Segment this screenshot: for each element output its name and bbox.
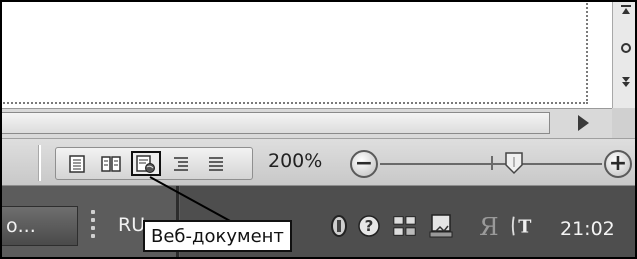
next-page-icon[interactable] xyxy=(618,74,633,90)
tooltip-text: Веб-документ xyxy=(151,225,284,247)
zoom-level-button[interactable]: 200% xyxy=(268,150,322,172)
view-tooltip: Веб-документ xyxy=(143,220,292,252)
scroll-right-icon[interactable] xyxy=(578,115,589,131)
draft-view-button[interactable] xyxy=(201,151,231,176)
taskbar-window-label: о... xyxy=(6,215,36,237)
outline-icon xyxy=(174,156,188,171)
page-layout-view-button[interactable] xyxy=(62,151,92,176)
taskbar: о... RU ? Я T 21:02 xyxy=(0,186,637,259)
zoom-slider-center-tick xyxy=(491,156,493,170)
speaker-icon[interactable] xyxy=(326,212,352,240)
word-window: 200% − + о... RU ? Я T 21:02 Веб-докумен… xyxy=(0,0,637,259)
svg-text:?: ? xyxy=(365,217,374,235)
status-bar: 200% − + xyxy=(0,138,637,186)
svg-text:T: T xyxy=(518,217,531,238)
toolbar-grip[interactable] xyxy=(88,208,98,244)
scrollbar-corner xyxy=(612,108,637,138)
browse-object-icon[interactable] xyxy=(618,40,633,56)
zoom-slider-thumb[interactable] xyxy=(503,151,525,175)
yandex-icon[interactable]: Я xyxy=(476,212,502,240)
zoom-in-button[interactable]: + xyxy=(604,150,632,178)
minus-icon: − xyxy=(354,151,374,176)
scroll-up-icon[interactable] xyxy=(618,2,633,18)
open-book-icon xyxy=(101,155,121,172)
outline-view-button[interactable] xyxy=(166,151,196,176)
plus-icon: + xyxy=(608,151,628,176)
view-buttons-group xyxy=(55,147,253,180)
text-input-icon[interactable]: T xyxy=(510,212,536,240)
page-layout-icon xyxy=(69,154,85,173)
network-icon[interactable] xyxy=(392,212,418,240)
page-boundary xyxy=(0,0,588,104)
web-document-view-button[interactable] xyxy=(131,151,161,176)
vertical-scrollbar[interactable] xyxy=(612,0,637,108)
clock[interactable]: 21:02 xyxy=(560,218,615,240)
reading-view-button[interactable] xyxy=(96,151,126,176)
web-document-icon xyxy=(136,154,155,173)
presentation-icon[interactable] xyxy=(428,212,454,240)
taskbar-window-button[interactable]: о... xyxy=(0,206,78,246)
horizontal-scroll-thumb[interactable] xyxy=(0,112,550,134)
draft-icon xyxy=(209,156,223,171)
horizontal-scrollbar[interactable] xyxy=(0,108,612,138)
language-indicator[interactable]: RU xyxy=(118,214,145,236)
svg-text:Я: Я xyxy=(479,213,498,239)
status-divider xyxy=(38,145,41,181)
help-icon[interactable]: ? xyxy=(356,212,382,240)
zoom-out-button[interactable]: − xyxy=(350,150,378,178)
document-area[interactable] xyxy=(0,0,612,108)
